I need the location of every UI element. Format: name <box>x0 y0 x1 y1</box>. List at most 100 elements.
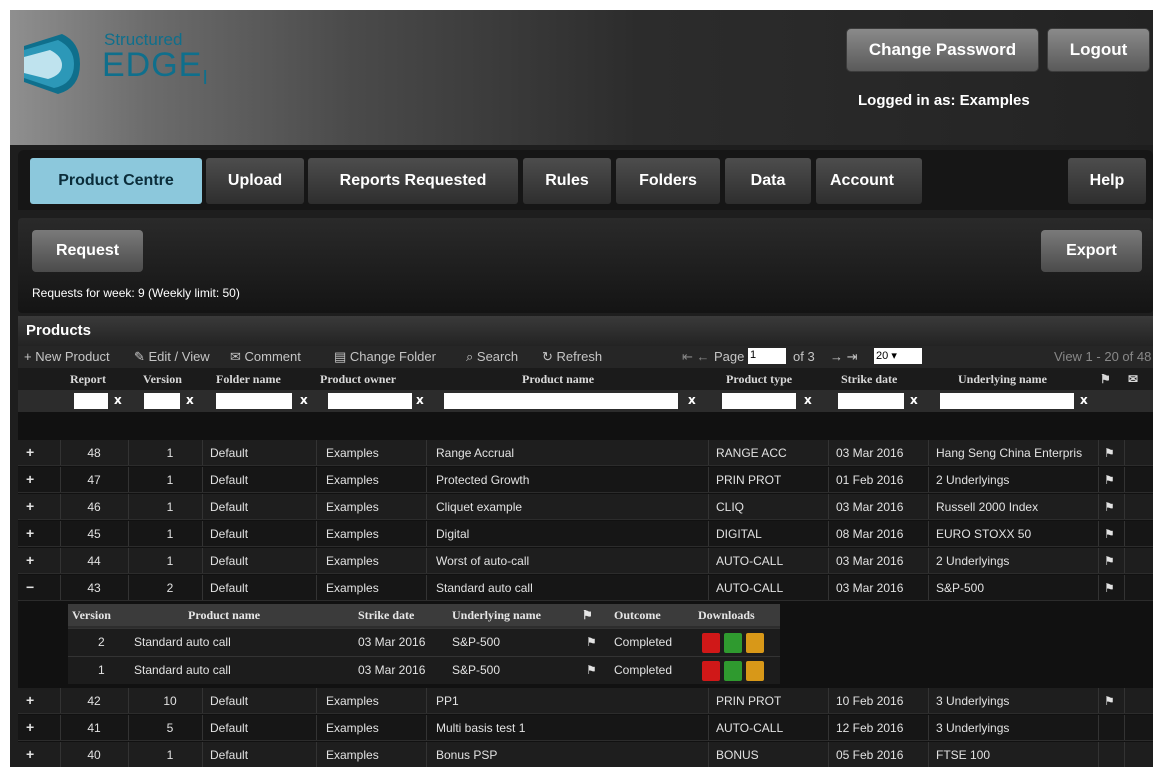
report-download-icon[interactable] <box>746 633 764 653</box>
filter-strike-date[interactable] <box>838 393 904 409</box>
new-product-button[interactable]: + New Product <box>24 349 110 364</box>
expand-row-button[interactable]: + <box>26 498 34 514</box>
flag-icon: ⚑ <box>1104 500 1115 514</box>
sub-col-strike-date[interactable]: Strike date <box>358 608 414 623</box>
sub-cell-outcome: Completed <box>614 635 673 649</box>
excel-download-icon[interactable] <box>724 633 742 653</box>
table-row[interactable]: +41 5 Default Examples Multi basis test 1 AUT… <box>18 715 1153 741</box>
subgrid-row[interactable]: 1 Standard auto call 03 Mar 2016 S&P-500 ⚑ Co… <box>68 656 780 684</box>
filter-product-name[interactable] <box>444 393 678 409</box>
table-row[interactable]: +40 1 Default Examples Bonus PSP BONUS 05 Feb … <box>18 742 1153 767</box>
tab-folders[interactable]: Folders <box>616 158 720 204</box>
table-row[interactable]: +47 1 Default Examples Protected Growth PRIN … <box>18 467 1153 493</box>
clear-filter-icon[interactable]: x <box>910 393 918 407</box>
clear-filter-icon[interactable]: x <box>1080 393 1088 407</box>
cell-folder: Default <box>210 748 249 762</box>
expand-row-button[interactable]: + <box>26 444 34 460</box>
comment-button[interactable]: ✉ Comment <box>230 349 301 365</box>
col-report[interactable]: Report <box>70 372 106 387</box>
filter-report[interactable] <box>74 393 108 409</box>
col-product-owner[interactable]: Product owner <box>320 372 396 387</box>
expand-row-button[interactable]: + <box>26 746 34 762</box>
change-folder-button[interactable]: ▤ Change Folder <box>334 349 436 365</box>
sub-col-outcome[interactable]: Outcome <box>614 608 661 623</box>
cell-underlying: Russell 2000 Index <box>936 500 1039 514</box>
sub-col-version[interactable]: Version <box>72 608 111 623</box>
change-password-button[interactable]: Change Password <box>846 28 1039 72</box>
clear-filter-icon[interactable]: x <box>688 393 696 407</box>
expand-row-button[interactable]: + <box>26 525 34 541</box>
tab-rules[interactable]: Rules <box>523 158 611 204</box>
filter-version[interactable] <box>144 393 180 409</box>
refresh-button[interactable]: ↻ Refresh <box>542 349 602 365</box>
expand-row-button[interactable]: + <box>26 552 34 568</box>
tab-product-centre[interactable]: Product Centre <box>30 158 202 204</box>
export-button[interactable]: Export <box>1041 230 1142 272</box>
cell-type: AUTO-CALL <box>716 721 784 735</box>
column-divider <box>128 548 129 573</box>
request-button[interactable]: Request <box>32 230 143 272</box>
clear-filter-icon[interactable]: x <box>416 393 424 407</box>
clear-filter-icon[interactable]: x <box>300 393 308 407</box>
cell-type: AUTO-CALL <box>716 554 784 568</box>
column-divider <box>928 548 929 573</box>
column-divider <box>128 715 129 740</box>
col-strike-date[interactable]: Strike date <box>841 372 897 387</box>
subgrid-row[interactable]: 2 Standard auto call 03 Mar 2016 S&P-500 ⚑ Co… <box>68 628 780 656</box>
expand-row-button[interactable]: + <box>26 719 34 735</box>
tab-account[interactable]: Account <box>816 158 922 204</box>
filter-underlying[interactable] <box>940 393 1074 409</box>
col-version[interactable]: Version <box>143 372 182 387</box>
clear-filter-icon[interactable]: x <box>186 393 194 407</box>
next-page-icons[interactable]: → ⇥ <box>830 349 858 365</box>
filter-folder[interactable] <box>216 393 292 409</box>
edit-view-button[interactable]: ✎ Edit / View <box>134 349 210 365</box>
col-underlying-name[interactable]: Underlying name <box>958 372 1047 387</box>
filter-product-type[interactable] <box>722 393 796 409</box>
expand-row-button[interactable]: − <box>26 579 34 595</box>
sub-col-product-name[interactable]: Product name <box>188 608 260 623</box>
expand-row-button[interactable]: + <box>26 471 34 487</box>
logout-button[interactable]: Logout <box>1047 28 1150 72</box>
tab-help[interactable]: Help <box>1068 158 1146 204</box>
cell-strike: 05 Feb 2016 <box>836 748 904 762</box>
cell-strike: 10 Feb 2016 <box>836 694 904 708</box>
cell-report: 45 <box>87 527 101 541</box>
cell-name: Bonus PSP <box>436 748 498 762</box>
pdf-download-icon[interactable] <box>702 633 720 653</box>
clear-filter-icon[interactable]: x <box>114 393 122 407</box>
pdf-download-icon[interactable] <box>702 661 720 681</box>
flag-icon: ⚑ <box>1104 694 1115 708</box>
column-divider <box>1098 521 1099 546</box>
column-divider <box>708 715 709 740</box>
col-product-type[interactable]: Product type <box>726 372 792 387</box>
table-row[interactable]: +44 1 Default Examples Worst of auto-call AUT… <box>18 548 1153 574</box>
page-size-select[interactable]: 20 ▾ <box>874 348 922 364</box>
column-divider <box>426 521 427 546</box>
col-folder-name[interactable]: Folder name <box>216 372 281 387</box>
excel-download-icon[interactable] <box>724 661 742 681</box>
flag-icon: ⚑ <box>1104 473 1115 487</box>
cell-version: 2 <box>166 581 174 595</box>
table-row[interactable]: +48 1 Default Examples Range Accrual RANGE AC… <box>18 440 1153 466</box>
table-row[interactable]: +46 1 Default Examples Cliquet example CLIQ 03… <box>18 494 1153 520</box>
col-product-name[interactable]: Product name <box>522 372 594 387</box>
clear-filter-icon[interactable]: x <box>804 393 812 407</box>
tab-data[interactable]: Data <box>725 158 811 204</box>
sub-col-underlying-name[interactable]: Underlying name <box>452 608 541 623</box>
search-button[interactable]: ⌕ Search <box>466 349 518 365</box>
tab-reports-requested[interactable]: Reports Requested <box>308 158 518 204</box>
tab-upload[interactable]: Upload <box>206 158 304 204</box>
table-row[interactable]: − 43 2 Default Examples Standard auto call AUT… <box>18 575 1153 601</box>
page-input[interactable]: 1 <box>748 348 786 364</box>
column-divider <box>426 688 427 713</box>
prev-page-icons[interactable]: ⇤ ← <box>682 349 710 365</box>
expand-row-button[interactable]: + <box>26 692 34 708</box>
table-row[interactable]: +45 1 Default Examples Digital DIGITAL 08 Mar … <box>18 521 1153 547</box>
column-divider <box>202 575 203 600</box>
table-row[interactable]: +42 10 Default Examples PP1 PRIN PROT 10 Feb 2… <box>18 688 1153 714</box>
flag-icon: ⚑ <box>586 635 597 649</box>
filter-owner[interactable] <box>328 393 412 409</box>
report-download-icon[interactable] <box>746 661 764 681</box>
cell-version: 1 <box>166 554 174 568</box>
